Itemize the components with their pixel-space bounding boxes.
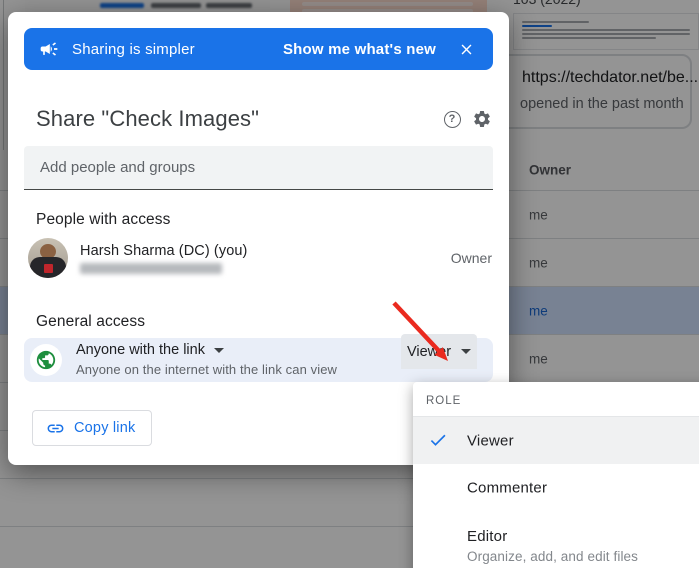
copy-link-label: Copy link xyxy=(74,420,136,436)
settings-button[interactable] xyxy=(467,104,497,134)
add-people-input[interactable] xyxy=(24,146,493,190)
access-text: Anyone with the link Anyone on the inter… xyxy=(76,342,337,377)
help-button[interactable]: ? xyxy=(437,104,467,134)
link-scope-description: Anyone on the internet with the link can… xyxy=(76,362,338,377)
menu-item-label: Commenter xyxy=(467,479,548,497)
globe-chip xyxy=(30,344,62,376)
chevron-down-icon xyxy=(461,349,472,354)
menu-item-sublabel: Organize, add, and edit files xyxy=(467,549,639,564)
avatar xyxy=(28,238,68,278)
general-access-heading: General access xyxy=(36,313,146,330)
megaphone-icon xyxy=(40,42,58,56)
help-icon: ? xyxy=(443,110,461,128)
role-dropdown-label: Viewer xyxy=(406,343,452,360)
person-info: Harsh Sharma (DC) (you) xyxy=(80,243,451,274)
check-icon xyxy=(430,434,446,446)
promo-banner: Sharing is simpler Show me what's new xyxy=(24,28,493,70)
person-email-blurred xyxy=(80,262,222,274)
globe-icon xyxy=(36,350,56,370)
screen: 103 (2022) https://techdator.net/be... o… xyxy=(0,0,699,568)
banner-title: Sharing is simpler xyxy=(72,40,195,58)
close-banner-button[interactable] xyxy=(458,41,475,58)
dialog-title: Share "Check Images" xyxy=(36,106,260,131)
role-menu-header: ROLE xyxy=(426,395,462,407)
general-access-row: Anyone with the link Anyone on the inter… xyxy=(24,334,493,382)
menu-item-viewer[interactable]: Viewer xyxy=(413,417,699,464)
menu-item-label: Viewer xyxy=(467,432,514,449)
dialog-header: Share "Check Images" ? xyxy=(36,104,497,134)
show-whats-new-link[interactable]: Show me what's new xyxy=(283,41,436,58)
role-menu: ROLE Viewer Commenter Editor Organize, a… xyxy=(413,382,699,568)
copy-link-button[interactable]: Copy link xyxy=(32,410,153,446)
menu-item-commenter[interactable]: Commenter xyxy=(413,464,699,512)
link-icon xyxy=(47,424,64,432)
avatar-patch xyxy=(44,264,53,273)
list-item-owner: Harsh Sharma (DC) (you) Owner xyxy=(28,236,492,280)
person-name: Harsh Sharma (DC) (you) xyxy=(80,242,248,259)
role-dropdown-button[interactable]: Viewer xyxy=(401,334,477,369)
close-icon xyxy=(461,44,472,54)
person-role-label: Owner xyxy=(450,250,492,266)
link-scope-dropdown[interactable]: Anyone with the link xyxy=(76,342,337,358)
menu-item-label: Editor xyxy=(467,528,508,545)
link-scope-label: Anyone with the link xyxy=(76,342,205,358)
people-with-access-heading: People with access xyxy=(36,211,171,228)
chevron-down-icon xyxy=(213,347,224,353)
menu-item-editor[interactable]: Editor Organize, add, and edit files xyxy=(413,512,699,568)
gear-icon xyxy=(474,111,490,127)
